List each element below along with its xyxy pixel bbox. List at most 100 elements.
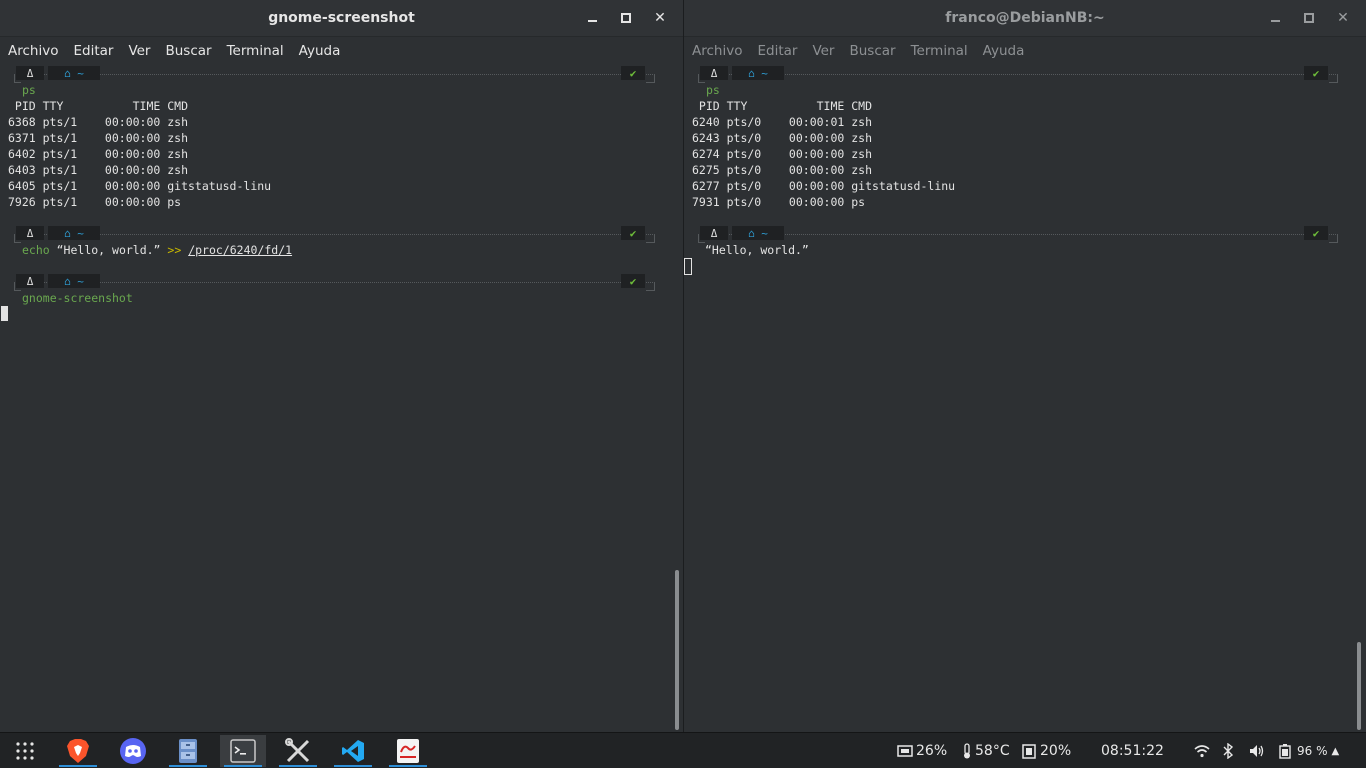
ps-row: 6243 pts/0 00:00:00 zsh — [692, 131, 873, 145]
memory-value: 20% — [1040, 743, 1072, 759]
output-line: “Hello, world.” — [705, 243, 809, 257]
ps-row: 6368 pts/1 00:00:00 zsh — [8, 115, 189, 129]
prompt-bar: Δ ⌂ ~ ✔ — [14, 226, 655, 243]
ps-row: 6403 pts/1 00:00:00 zsh — [8, 163, 189, 177]
volume-indicator[interactable] — [1249, 733, 1265, 768]
minimize-button[interactable] — [1258, 0, 1292, 36]
menu-ayuda[interactable]: Ayuda — [299, 43, 341, 59]
wifi-icon — [1194, 745, 1210, 758]
minimize-icon — [587, 20, 597, 22]
battery-indicator[interactable]: 96 % ▲ — [1279, 733, 1339, 768]
thermometer-icon — [964, 743, 970, 759]
memory-icon — [1022, 743, 1036, 759]
os-icon: Δ — [700, 226, 728, 240]
files-icon — [179, 739, 197, 763]
ps-row: 7926 pts/1 00:00:00 ps — [8, 195, 182, 209]
terminal-window-right[interactable]: franco@DebianNB:~ ✕ Archivo Editar Ver B… — [684, 0, 1366, 732]
ps-row: 6277 pts/0 00:00:00 gitstatusd-linu — [692, 179, 956, 193]
echo-argument: “Hello, world.” — [49, 243, 168, 257]
ps-row: 6275 pts/0 00:00:00 zsh — [692, 163, 873, 177]
speaker-icon — [1250, 745, 1264, 757]
close-icon: ✕ — [654, 10, 666, 26]
tools-icon — [285, 738, 310, 763]
discord-icon — [120, 738, 146, 764]
menu-terminal[interactable]: Terminal — [911, 43, 968, 59]
command-line: ps — [706, 83, 720, 97]
menu-ayuda[interactable]: Ayuda — [983, 43, 1025, 59]
home-dir-segment: ⌂ ~ — [732, 226, 784, 240]
success-check-icon: ✔ — [621, 274, 645, 288]
terminal-icon — [230, 739, 256, 763]
scrollbar[interactable] — [1357, 642, 1361, 730]
taskbar-discord[interactable] — [110, 735, 156, 767]
prompt-bar: Δ ⌂ ~ ✔ — [698, 66, 1338, 83]
menu-buscar[interactable]: Buscar — [849, 43, 895, 59]
taskbar-brave[interactable] — [55, 735, 101, 767]
app-grid-icon — [16, 742, 34, 760]
ps-row: 6371 pts/1 00:00:00 zsh — [8, 131, 189, 145]
maximize-icon — [1304, 13, 1314, 23]
success-check-icon: ✔ — [621, 66, 645, 80]
taskbar-files[interactable] — [165, 735, 211, 767]
temperature-indicator[interactable]: 58°C — [962, 733, 1010, 768]
titlebar[interactable]: franco@DebianNB:~ ✕ — [684, 0, 1366, 37]
menu-archivo[interactable]: Archivo — [692, 43, 742, 59]
wifi-indicator[interactable] — [1194, 733, 1210, 768]
menubar: Archivo Editar Ver Buscar Terminal Ayuda — [684, 37, 1366, 65]
menu-editar[interactable]: Editar — [73, 43, 113, 59]
os-icon: Δ — [16, 226, 44, 240]
success-check-icon: ✔ — [621, 226, 645, 240]
maximize-button[interactable] — [609, 0, 643, 36]
close-button[interactable]: ✕ — [643, 0, 677, 36]
bluetooth-icon — [1223, 743, 1233, 759]
home-dir-segment: ⌂ ~ — [48, 274, 100, 288]
scrollbar[interactable] — [675, 570, 679, 730]
cpu-value: 26% — [916, 743, 948, 759]
taskbar-tools[interactable] — [275, 735, 321, 767]
tray-expand-icon[interactable]: ▲ — [1332, 746, 1340, 757]
text-cursor — [684, 258, 692, 275]
terminal-window-left[interactable]: gnome-screenshot ✕ Archivo Editar Ver Bu… — [0, 0, 683, 732]
redirect-operator: >> — [167, 243, 182, 257]
taskbar-vscode[interactable] — [330, 735, 376, 767]
maximize-icon — [621, 13, 631, 23]
ps-row: 6402 pts/1 00:00:00 zsh — [8, 147, 189, 161]
memory-indicator[interactable]: 20% — [1022, 733, 1071, 768]
ps-row: 7931 pts/0 00:00:00 ps — [692, 195, 866, 209]
bluetooth-indicator[interactable] — [1223, 733, 1233, 768]
taskbar-terminal[interactable] — [220, 735, 266, 767]
command-line: ps — [22, 83, 36, 97]
ps-header: PID TTY TIME CMD — [692, 99, 873, 113]
taskbar: 26% 58°C 20% 08:51:22 96 % ▲ — [0, 732, 1366, 768]
menu-buscar[interactable]: Buscar — [165, 43, 211, 59]
menu-archivo[interactable]: Archivo — [8, 43, 58, 59]
menubar: Archivo Editar Ver Buscar Terminal Ayuda — [0, 37, 683, 65]
app-grid-button[interactable] — [2, 735, 48, 767]
text-cursor — [1, 306, 8, 321]
taskbar-editor[interactable] — [385, 735, 431, 767]
menu-ver[interactable]: Ver — [812, 43, 834, 59]
minimize-button[interactable] — [575, 0, 609, 36]
maximize-button[interactable] — [1292, 0, 1326, 36]
ps-row: 6405 pts/1 00:00:00 gitstatusd-linu — [8, 179, 272, 193]
os-icon: Δ — [16, 66, 44, 80]
os-icon: Δ — [700, 66, 728, 80]
prompt-bar: Δ ⌂ ~ ✔ — [14, 274, 655, 291]
close-button[interactable]: ✕ — [1326, 0, 1360, 36]
menu-terminal[interactable]: Terminal — [227, 43, 284, 59]
minimize-icon — [1270, 20, 1280, 22]
clock[interactable]: 08:51:22 — [1101, 733, 1164, 768]
prompt-bar: Δ ⌂ ~ ✔ — [14, 66, 655, 83]
command-line: echo “Hello, world.” >> /proc/6240/fd/1 — [22, 242, 292, 258]
cpu-indicator[interactable]: 26% — [897, 733, 947, 768]
command-line: gnome-screenshot — [22, 291, 133, 305]
home-dir-segment: ⌂ ~ — [48, 66, 100, 80]
ps-row: 6240 pts/0 00:00:01 zsh — [692, 115, 873, 129]
titlebar[interactable]: gnome-screenshot ✕ — [0, 0, 683, 37]
close-icon: ✕ — [1337, 10, 1349, 26]
home-dir-segment: ⌂ ~ — [48, 226, 100, 240]
menu-ver[interactable]: Ver — [128, 43, 150, 59]
menu-editar[interactable]: Editar — [757, 43, 797, 59]
cpu-icon — [897, 745, 913, 757]
target-path: /proc/6240/fd/1 — [188, 243, 293, 257]
